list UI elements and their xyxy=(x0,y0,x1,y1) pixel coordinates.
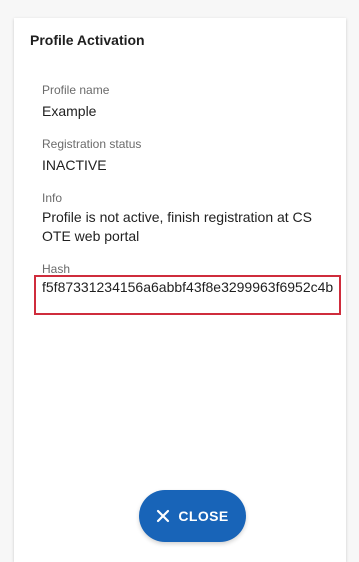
profile-name-label: Profile name xyxy=(42,83,110,97)
hash-label: Hash xyxy=(42,262,71,276)
info-label: Info xyxy=(42,191,63,205)
close-button[interactable]: CLOSE xyxy=(139,490,246,542)
info-value: Profile is not active, finish registrati… xyxy=(42,209,313,244)
hash-highlight-box: f5f87331234156a6abbf43f8e3299963f6952c4b xyxy=(34,275,341,315)
profile-activation-dialog: Profile Activation Profile name Example … xyxy=(14,18,346,562)
hash-value[interactable]: f5f87331234156a6abbf43f8e3299963f6952c4b xyxy=(42,278,338,296)
profile-name-value: Example xyxy=(42,103,97,119)
close-icon xyxy=(156,509,170,523)
dialog-title: Profile Activation xyxy=(30,32,145,48)
registration-status-label: Registration status xyxy=(42,137,142,151)
registration-status-value: INACTIVE xyxy=(42,157,107,173)
screen: Profile Activation Profile name Example … xyxy=(0,0,359,562)
close-button-label: CLOSE xyxy=(178,508,229,524)
